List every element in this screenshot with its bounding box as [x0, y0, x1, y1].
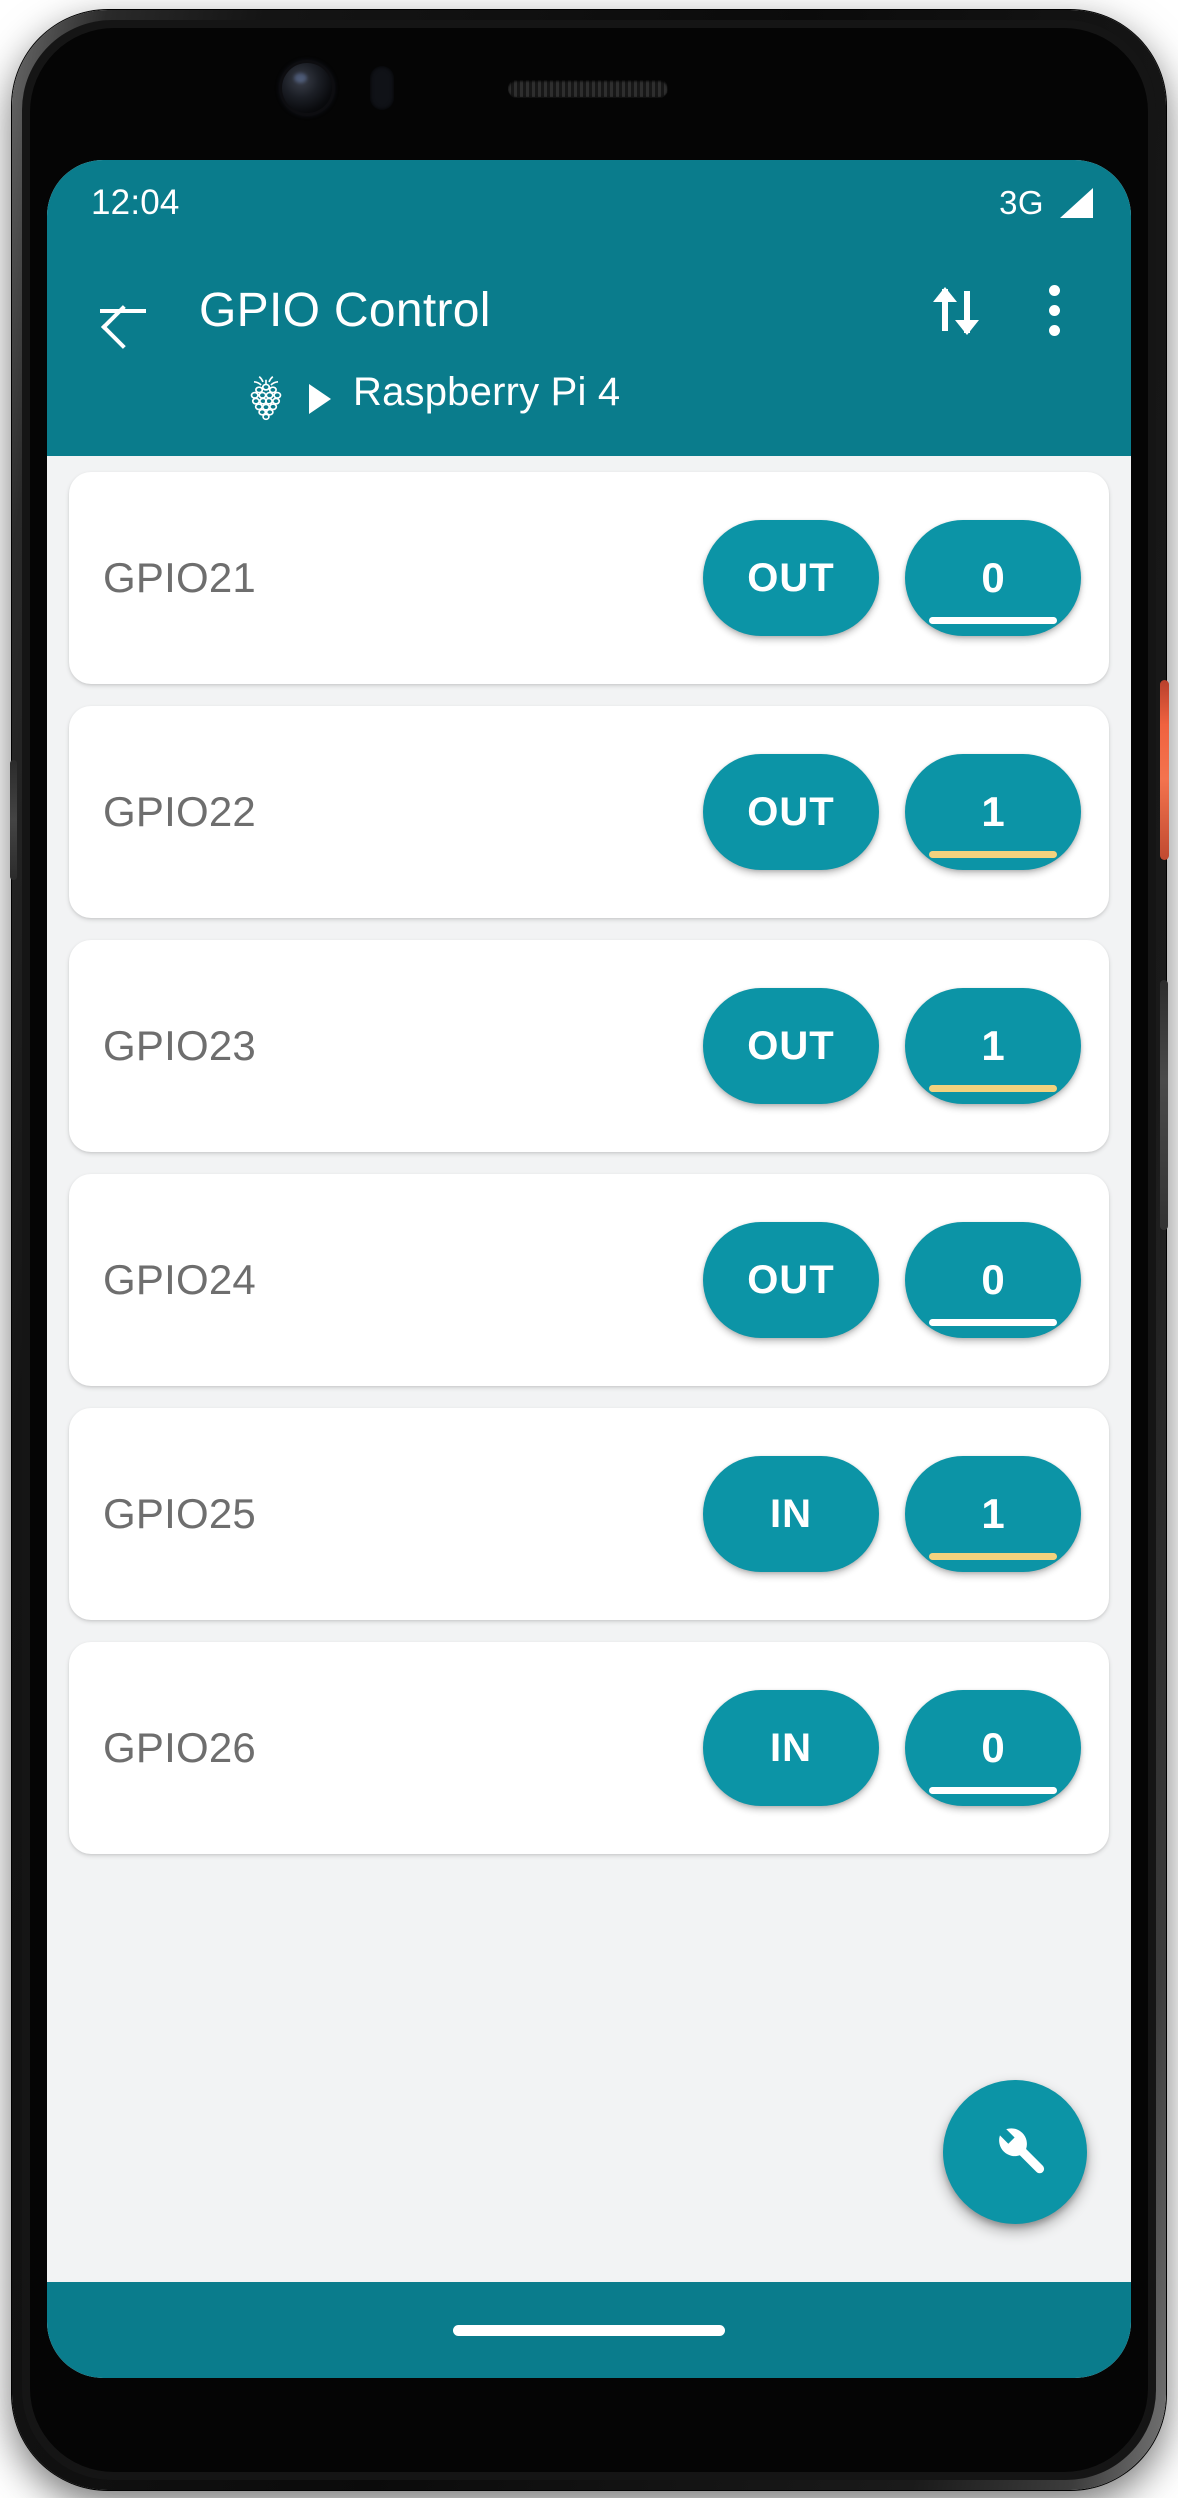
triangle-right-icon: [309, 384, 331, 414]
gpio-value-button[interactable]: 0: [905, 1690, 1081, 1806]
transfer-button[interactable]: [913, 267, 999, 353]
gpio-value-label: 0: [981, 554, 1005, 601]
gpio-row[interactable]: GPIO23 OUT 1: [69, 940, 1109, 1152]
gpio-pin-label: GPIO25: [103, 1490, 256, 1537]
gpio-direction-button[interactable]: OUT: [703, 754, 879, 870]
gpio-value-button[interactable]: 0: [905, 520, 1081, 636]
gpio-state-indicator: [929, 1319, 1057, 1326]
gpio-value-button[interactable]: 1: [905, 754, 1081, 870]
gpio-pin-label: GPIO22: [103, 788, 256, 835]
gpio-value-button[interactable]: 1: [905, 988, 1081, 1104]
overflow-menu-icon: [1048, 284, 1060, 336]
gpio-row[interactable]: GPIO26 IN 0: [69, 1642, 1109, 1854]
app-bar: GPIO Control Raspberry Pi 4: [47, 246, 1131, 456]
status-bar: 12:04 3G: [47, 160, 1131, 246]
gpio-list: GPIO21 OUT 0 GPIO22 OUT 1 GPIO23 OUT 1 GPIO24 OUT 0…: [47, 456, 1131, 2282]
breadcrumb[interactable]: Raspberry Pi 4: [47, 370, 1131, 456]
status-bar-indicators: 3G: [999, 184, 1093, 222]
status-bar-clock: 12:04: [91, 183, 180, 222]
gpio-direction-button[interactable]: OUT: [703, 520, 879, 636]
gpio-pin-label: GPIO26: [103, 1724, 256, 1771]
gpio-state-indicator: [929, 1553, 1057, 1560]
gpio-state-indicator: [929, 617, 1057, 624]
gpio-state-indicator: [929, 851, 1057, 858]
page-title: GPIO Control: [199, 283, 491, 337]
wrench-icon: [999, 2128, 1045, 2174]
signal-triangle-icon: [1060, 188, 1093, 218]
phone-device-frame: 12:04 3G GPIO Control Raspberry Pi 4 GPI…: [0, 0, 1178, 2498]
gpio-row[interactable]: GPIO22 OUT 1: [69, 706, 1109, 918]
gpio-value-label: 1: [981, 788, 1005, 835]
gpio-state-indicator: [929, 1085, 1057, 1092]
gpio-direction-button[interactable]: IN: [703, 1456, 879, 1572]
gpio-pin-label: GPIO24: [103, 1256, 256, 1303]
overflow-menu-button[interactable]: [1011, 267, 1097, 353]
back-arrow-icon: [100, 290, 146, 330]
system-navigation-bar: [47, 2282, 1131, 2378]
gpio-value-label: 0: [981, 1724, 1005, 1771]
gpio-value-label: 1: [981, 1490, 1005, 1537]
volume-button[interactable]: [1160, 980, 1168, 1230]
raspberry-pi-logo-icon: [250, 375, 282, 421]
gpio-pin-label: GPIO21: [103, 554, 256, 601]
gpio-pin-label: GPIO23: [103, 1022, 256, 1069]
up-down-arrows-icon: [933, 281, 979, 339]
gpio-state-indicator: [929, 1787, 1057, 1794]
front-camera-icon: [282, 63, 332, 113]
power-button[interactable]: [1160, 680, 1169, 860]
home-gesture-pill[interactable]: [453, 2324, 725, 2336]
gpio-value-button[interactable]: 1: [905, 1456, 1081, 1572]
gpio-row[interactable]: GPIO24 OUT 0: [69, 1174, 1109, 1386]
proximity-sensor-icon: [370, 66, 394, 110]
gpio-row[interactable]: GPIO25 IN 1: [69, 1408, 1109, 1620]
side-button-left[interactable]: [10, 760, 17, 880]
gpio-direction-button[interactable]: IN: [703, 1690, 879, 1806]
network-type-label: 3G: [999, 184, 1044, 221]
back-button[interactable]: [77, 264, 169, 356]
app-bar-actions: [913, 267, 1097, 353]
breadcrumb-device-name: Raspberry Pi 4: [353, 370, 621, 414]
gpio-direction-button[interactable]: OUT: [703, 1222, 879, 1338]
gpio-value-label: 0: [981, 1256, 1005, 1303]
phone-screen: 12:04 3G GPIO Control Raspberry Pi 4 GPI…: [47, 160, 1131, 2378]
gpio-rows-container: GPIO21 OUT 0 GPIO22 OUT 1 GPIO23 OUT 1 GPIO24 OUT 0…: [47, 472, 1131, 1854]
gpio-direction-button[interactable]: OUT: [703, 988, 879, 1104]
app-bar-top-row: GPIO Control: [47, 246, 1131, 374]
gpio-value-label: 1: [981, 1022, 1005, 1069]
earpiece-speaker-icon: [508, 80, 668, 97]
gpio-value-button[interactable]: 0: [905, 1222, 1081, 1338]
settings-fab-button[interactable]: [943, 2080, 1087, 2224]
gpio-row[interactable]: GPIO21 OUT 0: [69, 472, 1109, 684]
